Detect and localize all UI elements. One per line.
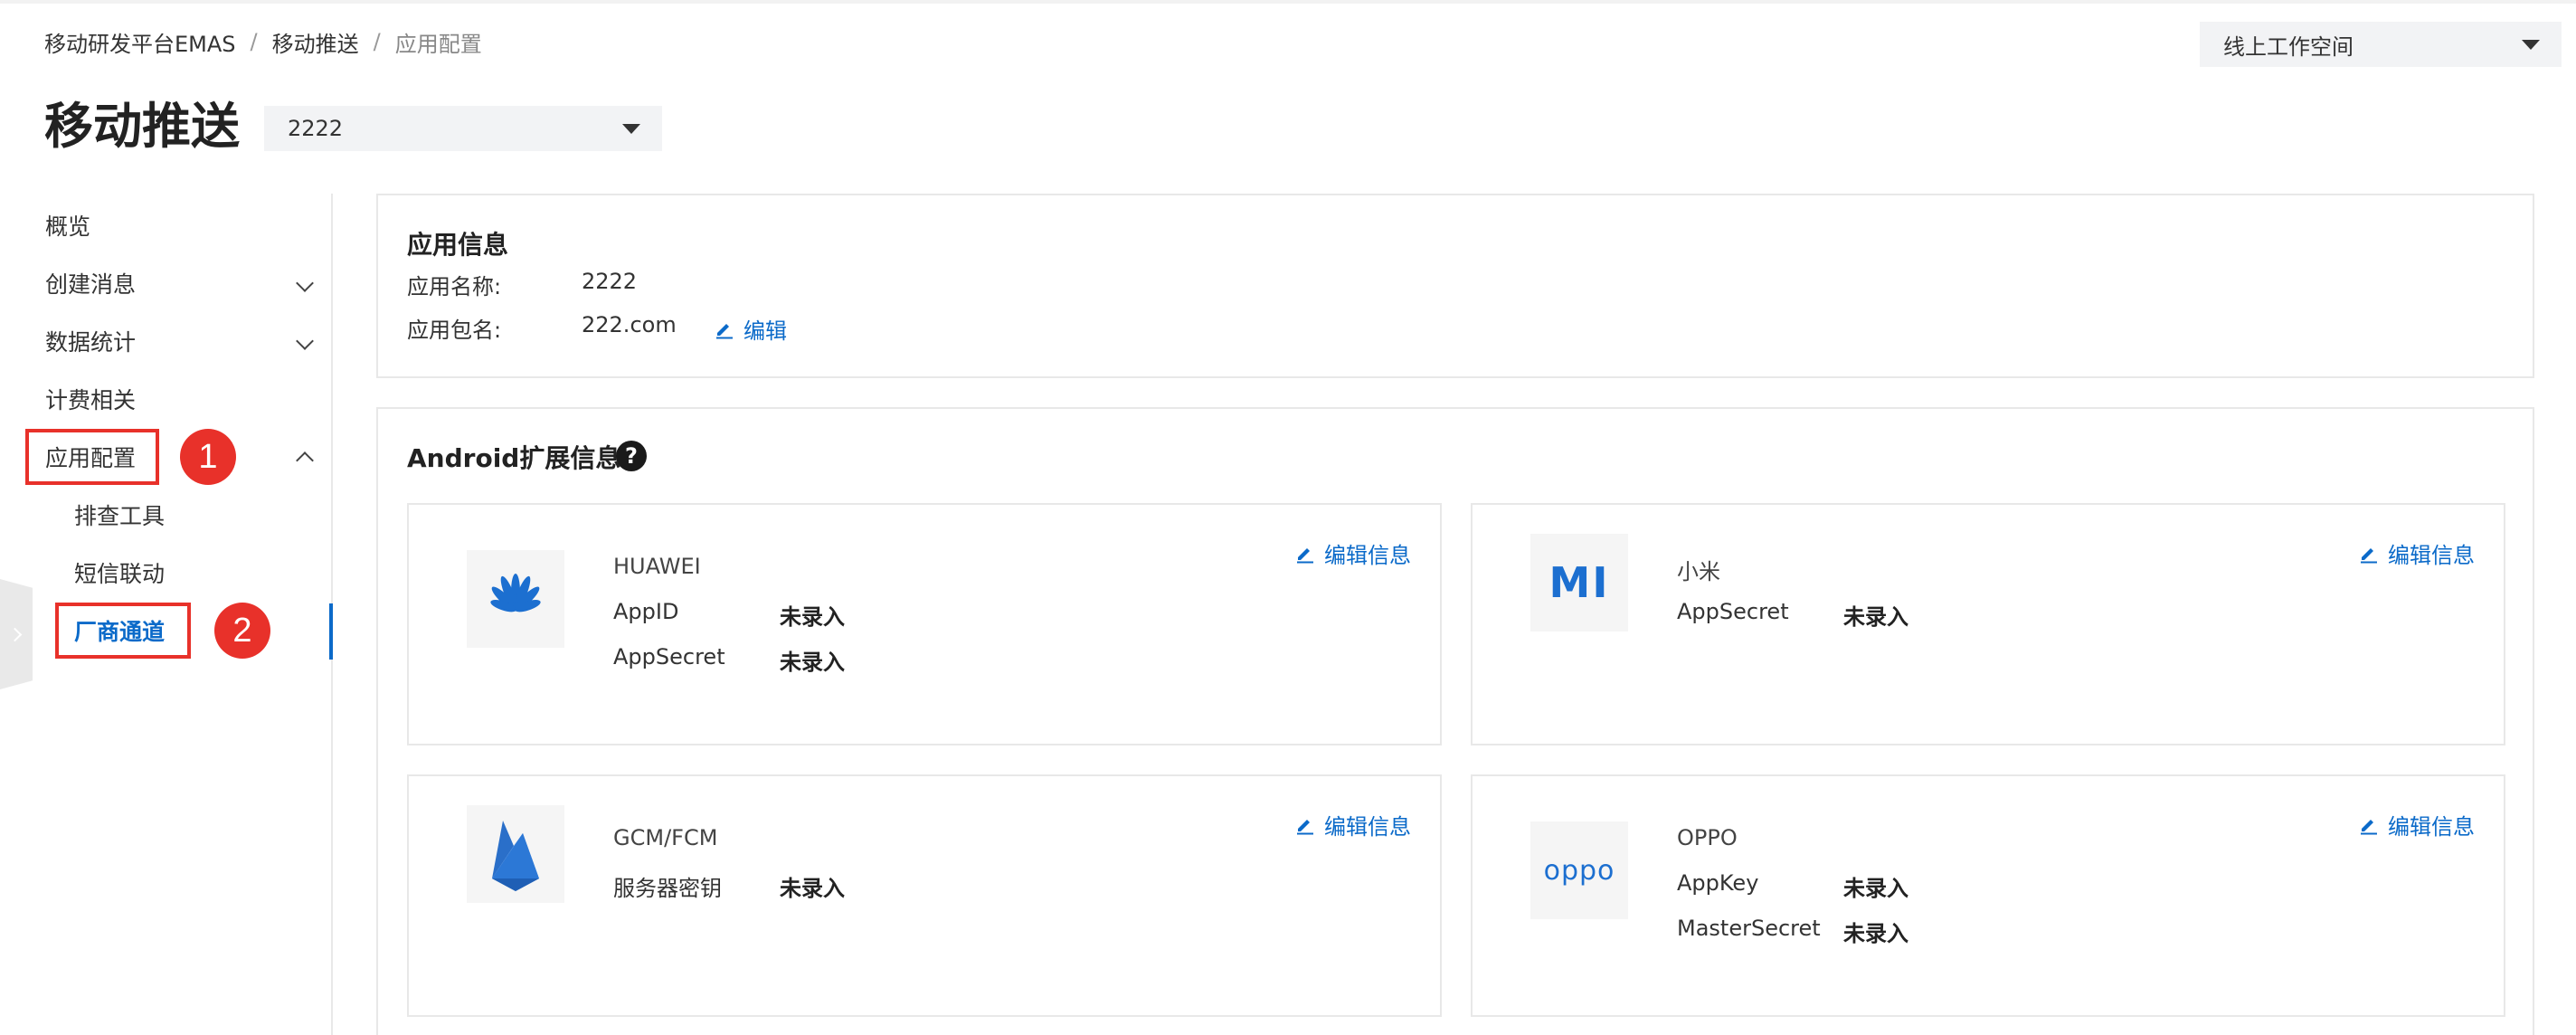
chevron-down-icon <box>296 274 314 292</box>
sidebar-item-label: 创建消息 <box>45 271 137 298</box>
vendor-name: 小米 <box>1677 559 1720 584</box>
sidebar-item-sms[interactable]: 短信联动 <box>74 555 165 591</box>
edit-icon <box>1297 547 1313 563</box>
field-label: MasterSecret <box>1677 916 1821 941</box>
chevron-right-icon <box>7 627 22 641</box>
edit-oppo-button[interactable]: 编辑信息 <box>2359 809 2475 840</box>
vendor-name: OPPO <box>1677 825 1738 850</box>
field-label: AppKey <box>1677 870 1759 896</box>
edit-label: 编辑信息 <box>1324 814 1411 840</box>
app-package-label: 应用包名: <box>407 318 502 343</box>
vendor-name: HUAWEI <box>613 554 701 579</box>
edit-huawei-button[interactable]: 编辑信息 <box>1295 537 1411 569</box>
app-info-title: 应用信息 <box>407 230 509 260</box>
app-select-value: 2222 <box>288 116 344 141</box>
edit-icon <box>2361 547 2377 563</box>
chevron-down-icon <box>296 332 314 350</box>
sidebar-item-statistics[interactable]: 数据统计 <box>45 323 314 359</box>
page-title: 移动推送 <box>44 98 240 155</box>
breadcrumb-emas[interactable]: 移动研发平台EMAS <box>44 26 236 58</box>
sidebar-item-label: 概览 <box>45 214 91 240</box>
edit-label: 编辑信息 <box>2388 814 2475 840</box>
annotation-box-1 <box>25 429 159 485</box>
chevron-up-icon <box>296 451 314 470</box>
edit-label: 编辑信息 <box>1324 543 1411 568</box>
edit-icon <box>2361 819 2377 834</box>
app-name-value: 2222 <box>582 269 638 294</box>
field-value: 未录入 <box>780 650 845 675</box>
sidebar-collapse-toggle[interactable] <box>0 579 33 689</box>
sidebar-active-indicator <box>329 603 333 660</box>
edit-label: 编辑信息 <box>2388 543 2475 568</box>
breadcrumb-push[interactable]: 移动推送 <box>272 26 359 58</box>
breadcrumb-separator: / <box>373 29 381 54</box>
edit-xiaomi-button[interactable]: 编辑信息 <box>2359 537 2475 569</box>
sidebar-item-label: 数据统计 <box>45 329 137 356</box>
caret-down-icon <box>2522 40 2540 50</box>
workspace-select[interactable]: 线上工作空间 <box>2200 22 2562 67</box>
sidebar-item-billing[interactable]: 计费相关 <box>45 381 136 417</box>
field-label: 服务器密钥 <box>613 876 722 901</box>
field-label: AppID <box>613 599 679 624</box>
workspace-select-value: 线上工作空间 <box>2223 33 2353 60</box>
edit-label: 编辑 <box>743 318 787 344</box>
sidebar-item-overview[interactable]: 概览 <box>45 207 90 243</box>
field-label: AppSecret <box>1677 599 1789 624</box>
breadcrumb: 移动研发平台EMAS / 移动推送 / 应用配置 <box>44 25 482 58</box>
annotation-box-2 <box>55 603 191 659</box>
firebase-logo-icon <box>467 805 564 903</box>
sidebar-item-label: 计费相关 <box>45 387 137 413</box>
field-value: 未录入 <box>780 876 845 901</box>
edit-icon <box>1297 819 1313 834</box>
help-icon[interactable]: ? <box>616 441 647 471</box>
app-info-panel <box>376 194 2534 378</box>
sidebar-item-label: 短信联动 <box>74 561 166 587</box>
breadcrumb-current: 应用配置 <box>394 31 482 57</box>
field-label: AppSecret <box>613 644 725 669</box>
app-name-label: 应用名称: <box>407 274 502 299</box>
oppo-logo-icon: oppo <box>1530 821 1628 919</box>
field-value: 未录入 <box>1843 921 1908 946</box>
caret-down-icon <box>622 124 640 134</box>
field-value: 未录入 <box>1843 604 1908 630</box>
app-package-value: 222.com <box>582 312 677 337</box>
huawei-logo-icon <box>467 550 564 648</box>
annotation-badge-2: 2 <box>214 603 270 659</box>
annotation-badge-1: 1 <box>180 429 236 485</box>
sidebar-item-create-message[interactable]: 创建消息 <box>45 265 314 301</box>
edit-app-info-button[interactable]: 编辑 <box>715 313 787 345</box>
sidebar-item-label: 排查工具 <box>74 503 166 529</box>
vendor-name: GCM/FCM <box>613 825 718 850</box>
xiaomi-logo-icon: MI <box>1530 534 1628 631</box>
edit-icon <box>716 323 733 338</box>
app-select[interactable]: 2222 <box>264 106 662 151</box>
field-value: 未录入 <box>1843 876 1908 901</box>
top-strip <box>0 0 2576 4</box>
edit-fcm-button[interactable]: 编辑信息 <box>1295 809 1411 840</box>
sidebar-item-troubleshoot[interactable]: 排查工具 <box>74 497 165 533</box>
android-info-title: Android扩展信息 <box>407 443 621 473</box>
breadcrumb-separator: / <box>250 29 258 54</box>
field-value: 未录入 <box>780 604 845 630</box>
